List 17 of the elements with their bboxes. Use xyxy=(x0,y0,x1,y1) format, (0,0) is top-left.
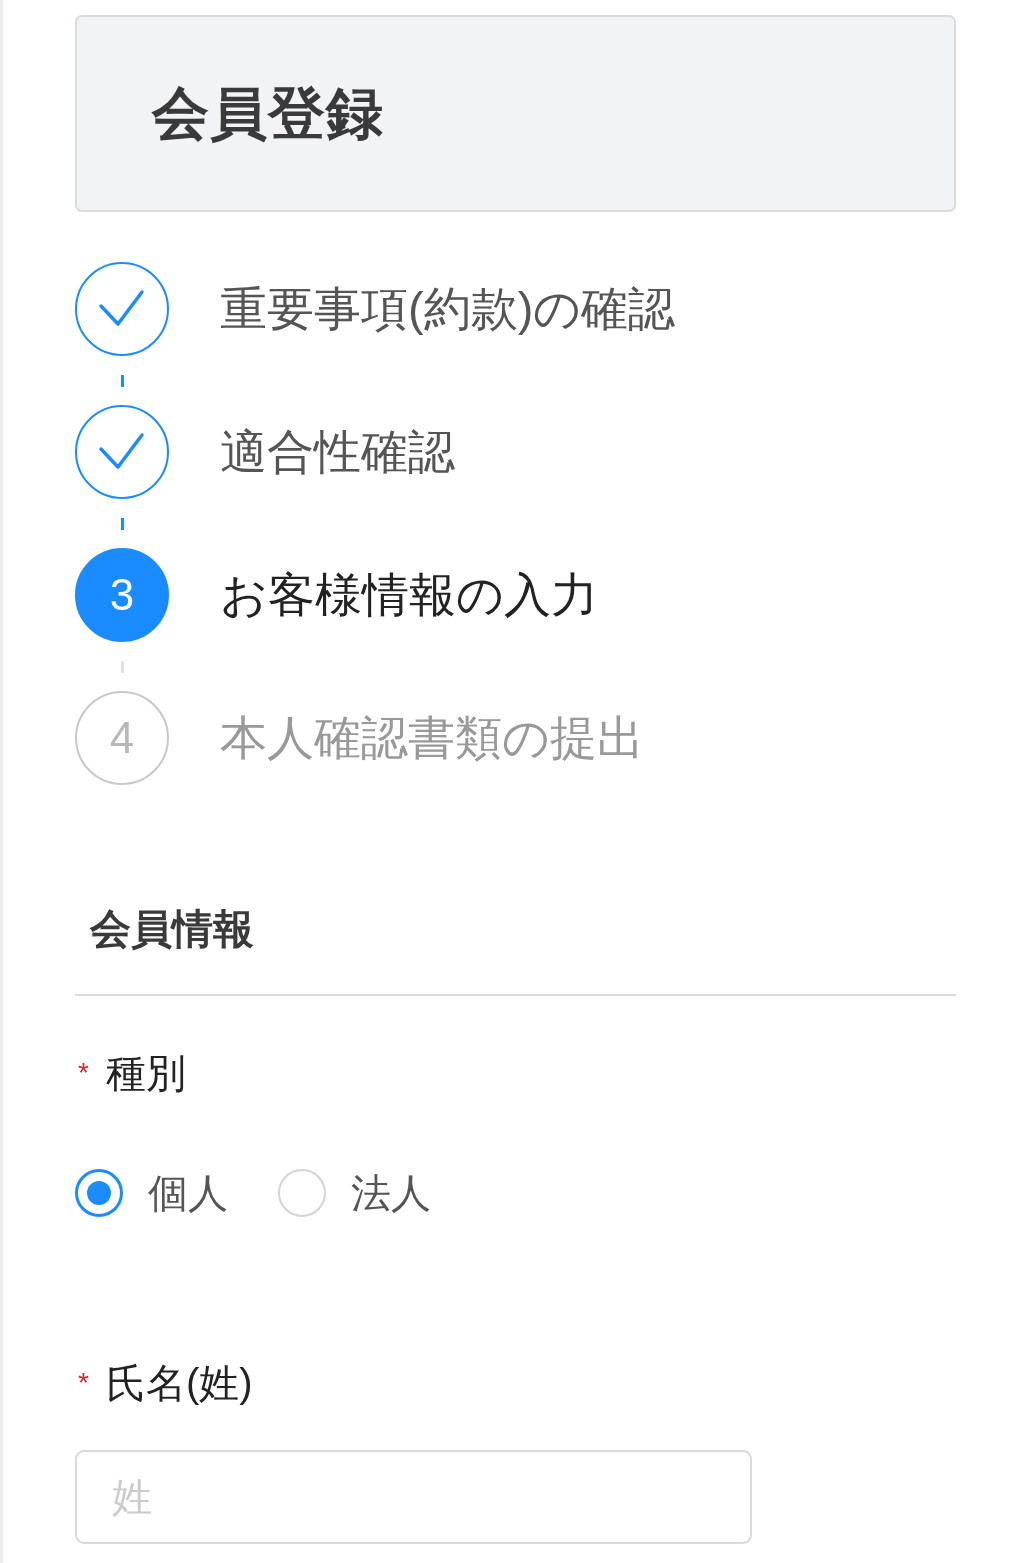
step-connector xyxy=(120,517,124,530)
required-mark: * xyxy=(78,1369,90,1398)
radio-button[interactable] xyxy=(75,1169,123,1218)
step-number: 3 xyxy=(75,548,169,642)
step-number: 4 xyxy=(75,691,169,785)
step-label: 重要事項(約款)の確認 xyxy=(220,280,676,337)
step-label: 本人確認書類の提出 xyxy=(220,709,644,766)
step-connector xyxy=(120,374,124,387)
radio-label[interactable]: 個人 xyxy=(148,1169,228,1218)
section-title: 会員情報 xyxy=(90,905,254,954)
field-label: 種別 xyxy=(106,1050,186,1098)
field-label: 氏名(姓) xyxy=(106,1360,253,1408)
step-label: お客様情報の入力 xyxy=(220,566,598,623)
step-label: 適合性確認 xyxy=(220,423,455,480)
radio-label[interactable]: 法人 xyxy=(351,1169,431,1218)
required-mark: * xyxy=(78,1059,90,1088)
page-title: 会員登録 xyxy=(152,80,384,148)
